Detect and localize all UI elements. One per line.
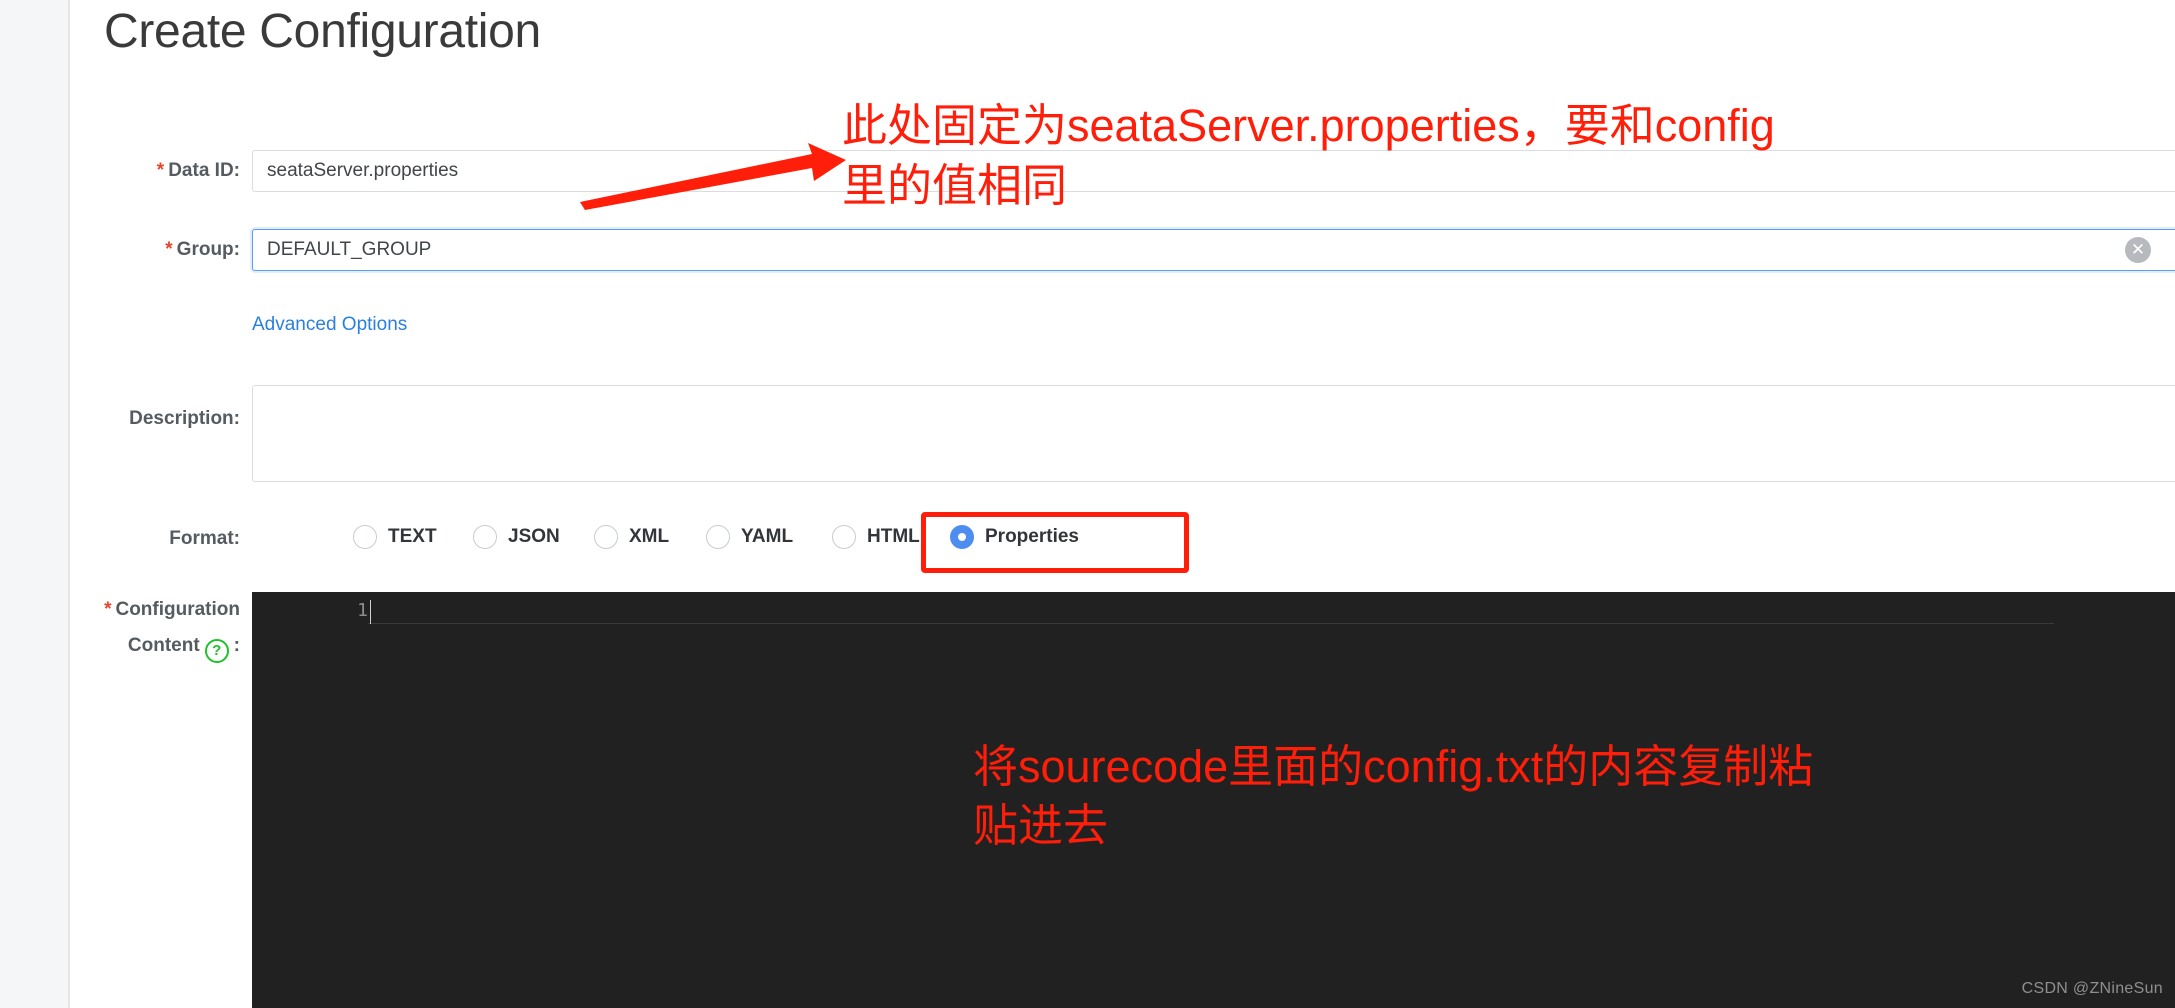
- radio-circle-icon[interactable]: [353, 525, 377, 549]
- annotation-top-line2: 里的值相同: [842, 159, 1068, 211]
- annotation-bottom-line2: 贴进去: [973, 800, 1109, 852]
- annotation-bottom-text: 将sourecode里面的config.txt的内容复制粘 贴进去: [973, 737, 2175, 856]
- editor-text-caret: [370, 600, 371, 624]
- required-asterisk: *: [165, 239, 173, 260]
- description-label: Description:: [129, 408, 240, 429]
- radio-circle-icon[interactable]: [832, 525, 856, 549]
- radio-circle-icon[interactable]: [473, 525, 497, 549]
- required-asterisk: *: [156, 160, 165, 181]
- format-radio-html[interactable]: HTML: [832, 522, 920, 552]
- configuration-content-label-line2: Content: [127, 635, 200, 656]
- configuration-content-label-line1: Configuration: [115, 599, 240, 620]
- format-radio-label: YAML: [741, 526, 794, 547]
- red-arrow-icon: [580, 140, 850, 215]
- editor-line-number: 1: [357, 600, 368, 621]
- format-radio-label: HTML: [867, 526, 920, 547]
- editor-active-line-highlight: [368, 623, 2054, 624]
- format-radio-label: JSON: [508, 526, 560, 547]
- question-mark-help-icon[interactable]: ?: [204, 639, 229, 663]
- advanced-options-link[interactable]: Advanced Options: [252, 314, 407, 336]
- annotation-top-line1: 此处固定为seataServer.properties，要和config: [842, 100, 1775, 151]
- page-title: Create Configuration: [104, 5, 541, 58]
- data-id-label: * Data ID:: [0, 160, 240, 182]
- format-radio-yaml[interactable]: YAML: [706, 522, 793, 552]
- clear-circle-icon[interactable]: ✕: [2125, 237, 2151, 263]
- annotation-bottom-line1: 将sourecode里面的config.txt的内容复制粘: [973, 741, 1814, 792]
- format-radio-text[interactable]: TEXT: [353, 522, 437, 552]
- description-textarea[interactable]: [252, 385, 2175, 482]
- group-input[interactable]: DEFAULT_GROUP: [252, 229, 2175, 271]
- required-asterisk: *: [104, 599, 112, 620]
- format-radio-label: TEXT: [388, 526, 437, 547]
- configuration-content-label: * Configuration Content?:: [0, 592, 240, 664]
- format-radio-xml[interactable]: XML: [594, 522, 669, 552]
- watermark: CSDN @ZNineSun: [2021, 980, 2163, 997]
- red-highlight-box: [921, 512, 1189, 573]
- data-id-label-text: Data ID:: [168, 160, 240, 181]
- annotation-top-text: 此处固定为seataServer.properties，要和config 里的值…: [842, 96, 2175, 216]
- format-radio-json[interactable]: JSON: [473, 522, 560, 552]
- radio-circle-icon[interactable]: [706, 525, 730, 549]
- group-label-text: Group:: [176, 239, 240, 260]
- configuration-content-label-suffix: :: [233, 635, 240, 656]
- format-label: Format:: [169, 528, 240, 549]
- radio-circle-icon[interactable]: [594, 525, 618, 549]
- create-configuration-page: Create Configuration * Data ID: seataServ…: [70, 0, 2175, 1008]
- format-radio-label: XML: [629, 526, 670, 547]
- left-rail: [0, 0, 68, 1008]
- group-label: * Group:: [0, 239, 240, 261]
